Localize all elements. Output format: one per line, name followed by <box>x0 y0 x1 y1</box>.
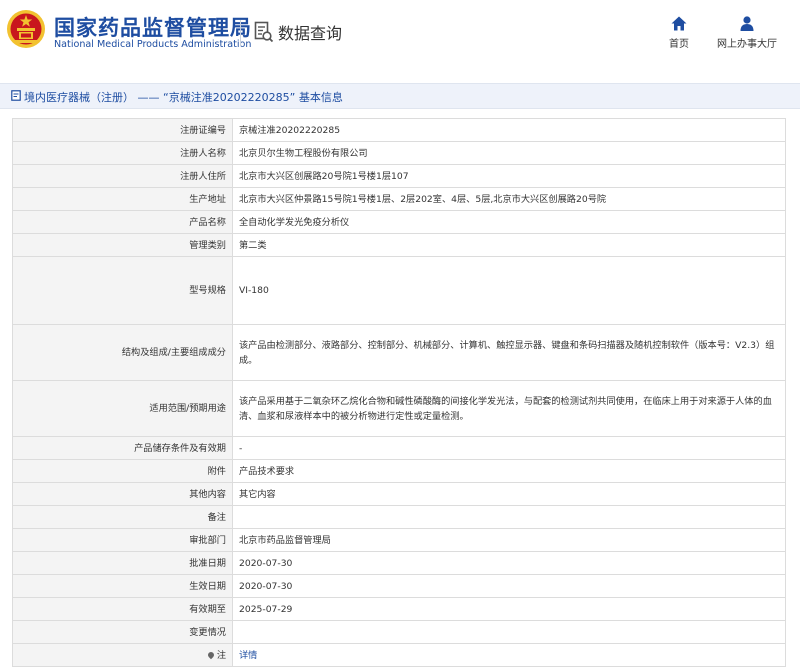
table-row: 结构及组成/主要组成成分 该产品由检测部分、液路部分、控制部分、机械部分、计算机… <box>12 324 786 381</box>
field-value <box>232 620 786 644</box>
field-label: 有效期至 <box>12 597 233 621</box>
table-row: 生产地址 北京市大兴区仲景路15号院1号楼1层、2层202室、4层、5层,北京市… <box>12 187 786 211</box>
brand-name-en[interactable]: National Medical Products Administration <box>54 39 252 50</box>
table-row: 审批部门 北京市药品监督管理局 <box>12 528 786 552</box>
field-value: 京械注准20202220285 <box>232 118 786 142</box>
table-row: 备注 <box>12 505 786 529</box>
table-row: 其他内容 其它内容 <box>12 482 786 506</box>
nav-home-label: 首页 <box>669 39 689 50</box>
field-value: 北京市药品监督管理局 <box>232 528 786 552</box>
table-row: 附件 产品技术要求 <box>12 459 786 483</box>
field-value: 2020-07-30 <box>232 574 786 598</box>
table-row: 适用范围/预期用途 该产品采用基于二氧杂环乙烷化合物和碱性磷酸酶的间接化学发光法… <box>12 380 786 437</box>
field-value <box>232 505 786 529</box>
field-value: 该产品由检测部分、液路部分、控制部分、机械部分、计算机、触控显示器、键盘和条码扫… <box>232 324 786 381</box>
document-icon <box>11 90 21 101</box>
table-row: 型号规格 VI-180 <box>12 256 786 325</box>
field-value: 全自动化学发光免疫分析仪 <box>232 210 786 234</box>
note-label: 注 <box>216 649 226 661</box>
table-row: 注册人住所 北京市大兴区创展路20号院1号楼1层107 <box>12 164 786 188</box>
brand-name-cn[interactable]: 国家药品监督管理局 <box>54 12 252 42</box>
nav-online-service-hall-label: 网上办事大厅 <box>717 39 777 50</box>
field-value: 北京市大兴区创展路20号院1号楼1层107 <box>232 164 786 188</box>
field-value: - <box>232 436 786 460</box>
table-row: 产品储存条件及有效期 - <box>12 436 786 460</box>
table-row: 生效日期 2020-07-30 <box>12 574 786 598</box>
field-value: 详情 <box>232 643 786 667</box>
field-label: 管理类别 <box>12 233 233 257</box>
field-label: 产品名称 <box>12 210 233 234</box>
field-label: 批准日期 <box>12 551 233 575</box>
field-label: 型号规格 <box>12 256 233 325</box>
field-label: 注册人住所 <box>12 164 233 188</box>
field-label: 结构及组成/主要组成成分 <box>12 324 233 381</box>
data-query-link[interactable]: 数据查询 <box>254 20 342 44</box>
table-row: 注册人名称 北京贝尔生物工程股份有限公司 <box>12 141 786 165</box>
field-value: 2025-07-29 <box>232 597 786 621</box>
field-value: 产品技术要求 <box>232 459 786 483</box>
field-label: 生效日期 <box>12 574 233 598</box>
field-label: 注册证编号 <box>12 118 233 142</box>
registration-info-table: 注册证编号 京械注准20202220285 注册人名称 北京贝尔生物工程股份有限… <box>12 118 786 667</box>
nav-online-service-hall[interactable]: 网上办事大厅 <box>710 16 784 50</box>
field-value: 第二类 <box>232 233 786 257</box>
nav-home[interactable]: 首页 <box>664 16 694 50</box>
field-value: 该产品采用基于二氧杂环乙烷化合物和碱性磷酸酶的间接化学发光法，与配套的检测试剂共… <box>232 380 786 437</box>
field-value: 北京市大兴区仲景路15号院1号楼1层、2层202室、4层、5层,北京市大兴区创展… <box>232 187 786 211</box>
field-label: 产品储存条件及有效期 <box>12 436 233 460</box>
field-label: 备注 <box>12 505 233 529</box>
field-label: 适用范围/预期用途 <box>12 380 233 437</box>
record-title-bar: 境内医疗器械（注册） —— “京械注准20202220285” 基本信息 <box>0 83 800 109</box>
field-label: 审批部门 <box>12 528 233 552</box>
record-title: 境内医疗器械（注册） —— “京械注准20202220285” 基本信息 <box>24 91 343 104</box>
table-row: 注 详情 <box>12 643 786 667</box>
table-row: 产品名称 全自动化学发光免疫分析仪 <box>12 210 786 234</box>
site-header: 国家药品监督管理局 National Medical Products Admi… <box>0 0 800 72</box>
table-row: 注册证编号 京械注准20202220285 <box>12 118 786 142</box>
table-row: 管理类别 第二类 <box>12 233 786 257</box>
person-icon <box>740 16 754 31</box>
field-label: 附件 <box>12 459 233 483</box>
location-pin-icon <box>206 650 216 660</box>
table-row: 有效期至 2025-07-29 <box>12 597 786 621</box>
field-value: 北京贝尔生物工程股份有限公司 <box>232 141 786 165</box>
home-icon <box>671 16 687 31</box>
field-label: 注册人名称 <box>12 141 233 165</box>
document-search-icon <box>254 21 274 43</box>
field-value: 其它内容 <box>232 482 786 506</box>
details-link[interactable]: 详情 <box>239 650 257 661</box>
field-label: 生产地址 <box>12 187 233 211</box>
field-value: 2020-07-30 <box>232 551 786 575</box>
field-label: 注 <box>12 643 233 667</box>
field-label: 变更情况 <box>12 620 233 644</box>
national-emblem-logo[interactable] <box>6 9 46 49</box>
table-row: 批准日期 2020-07-30 <box>12 551 786 575</box>
table-row: 变更情况 <box>12 620 786 644</box>
field-value: VI-180 <box>232 256 786 325</box>
data-query-label: 数据查询 <box>278 24 343 43</box>
header-divider <box>240 20 241 46</box>
field-label: 其他内容 <box>12 482 233 506</box>
